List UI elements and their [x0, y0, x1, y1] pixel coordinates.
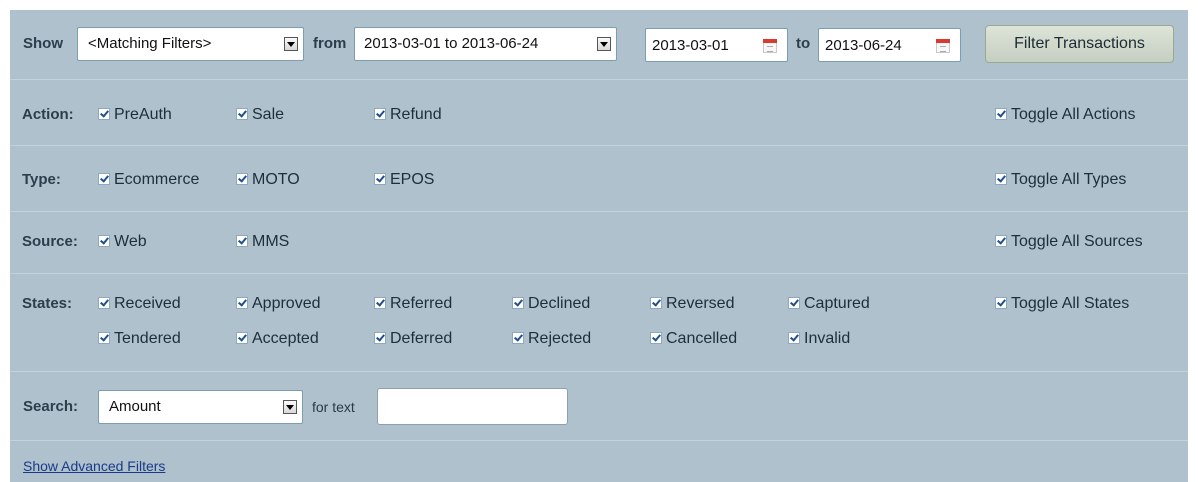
from-label: from: [313, 35, 347, 52]
calendar-icon[interactable]: [936, 39, 950, 53]
toggle-all-states-checkbox[interactable]: Toggle All States: [995, 295, 1129, 313]
checkbox-refund[interactable]: Refund: [374, 106, 442, 124]
checkbox-web[interactable]: Web: [98, 233, 147, 251]
toggle-all-types-checkbox[interactable]: Toggle All Types: [995, 171, 1126, 189]
checkbox-check-icon[interactable]: [374, 173, 386, 185]
source-label: Source:: [22, 233, 78, 250]
start-date-value: 2013-03-01: [652, 37, 729, 54]
checkbox-deferred[interactable]: Deferred: [374, 330, 452, 348]
chevron-down-icon[interactable]: [283, 400, 297, 414]
checkbox-referred[interactable]: Referred: [374, 295, 452, 313]
search-text-input[interactable]: [377, 388, 568, 425]
to-label: to: [796, 35, 811, 52]
checkbox-ecommerce[interactable]: Ecommerce: [98, 171, 199, 189]
checkbox-tendered[interactable]: Tendered: [98, 330, 181, 348]
checkbox-check-icon[interactable]: [98, 108, 110, 120]
checkbox-check-icon[interactable]: [650, 332, 662, 344]
divider: [10, 273, 1188, 274]
checkbox-check-icon[interactable]: [512, 297, 524, 309]
checkbox-preauth[interactable]: PreAuth: [98, 106, 172, 124]
checkbox-cancelled[interactable]: Cancelled: [650, 330, 737, 348]
checkbox-check-icon[interactable]: [512, 332, 524, 344]
checkbox-captured[interactable]: Captured: [788, 295, 870, 313]
checkbox-check-icon[interactable]: [788, 332, 800, 344]
divider: [10, 371, 1188, 372]
checkbox-reversed[interactable]: Reversed: [650, 295, 734, 313]
checkbox-accepted[interactable]: Accepted: [236, 330, 319, 348]
checkbox-declined[interactable]: Declined: [512, 295, 590, 313]
chevron-down-icon[interactable]: [284, 37, 298, 51]
show-label: Show: [23, 35, 63, 52]
divider: [10, 79, 1188, 80]
checkbox-check-icon[interactable]: [374, 297, 386, 309]
divider: [10, 440, 1188, 441]
toggle-all-actions-checkbox[interactable]: Toggle All Actions: [995, 106, 1136, 124]
checkbox-check-icon[interactable]: [98, 332, 110, 344]
checkbox-check-icon[interactable]: [995, 108, 1007, 120]
checkbox-check-icon[interactable]: [98, 235, 110, 247]
end-date-value: 2013-06-24: [825, 37, 902, 54]
search-field-select[interactable]: Amount: [98, 390, 303, 424]
divider: [10, 211, 1188, 212]
for-text-label: for text: [312, 399, 355, 415]
checkbox-epos[interactable]: EPOS: [374, 171, 434, 189]
filter-transactions-button[interactable]: Filter Transactions: [985, 25, 1174, 63]
checkbox-check-icon[interactable]: [236, 173, 248, 185]
date-range-select-value: 2013-03-01 to 2013-06-24: [364, 35, 539, 52]
checkbox-moto[interactable]: MOTO: [236, 171, 300, 189]
checkbox-check-icon[interactable]: [236, 297, 248, 309]
checkbox-check-icon[interactable]: [995, 173, 1007, 185]
show-advanced-filters-link[interactable]: Show Advanced Filters: [23, 458, 165, 474]
checkbox-check-icon[interactable]: [374, 332, 386, 344]
checkbox-check-icon[interactable]: [788, 297, 800, 309]
end-date-field[interactable]: 2013-06-24: [818, 28, 961, 62]
checkbox-check-icon[interactable]: [236, 235, 248, 247]
checkbox-check-icon[interactable]: [236, 332, 248, 344]
search-label: Search:: [23, 398, 79, 415]
checkbox-check-icon[interactable]: [236, 108, 248, 120]
toggle-all-sources-checkbox[interactable]: Toggle All Sources: [995, 233, 1143, 251]
date-range-select[interactable]: 2013-03-01 to 2013-06-24: [354, 27, 617, 61]
chevron-down-icon[interactable]: [597, 37, 611, 51]
states-label: States:: [22, 295, 73, 312]
start-date-field[interactable]: 2013-03-01: [645, 28, 788, 62]
calendar-icon[interactable]: [763, 39, 777, 53]
checkbox-received[interactable]: Received: [98, 295, 181, 313]
show-select-value: <Matching Filters>: [88, 35, 212, 52]
divider: [10, 145, 1188, 146]
transaction-filter-panel: Show <Matching Filters> from 2013-03-01 …: [10, 10, 1188, 482]
checkbox-check-icon[interactable]: [374, 108, 386, 120]
checkbox-check-icon[interactable]: [995, 297, 1007, 309]
checkbox-sale[interactable]: Sale: [236, 106, 284, 124]
action-label: Action:: [22, 106, 74, 123]
checkbox-approved[interactable]: Approved: [236, 295, 321, 313]
checkbox-check-icon[interactable]: [995, 235, 1007, 247]
checkbox-check-icon[interactable]: [98, 297, 110, 309]
checkbox-mms[interactable]: MMS: [236, 233, 289, 251]
show-select[interactable]: <Matching Filters>: [77, 27, 304, 61]
checkbox-rejected[interactable]: Rejected: [512, 330, 591, 348]
search-field-value: Amount: [109, 398, 161, 415]
checkbox-check-icon[interactable]: [650, 297, 662, 309]
checkbox-check-icon[interactable]: [98, 173, 110, 185]
checkbox-invalid[interactable]: Invalid: [788, 330, 850, 348]
type-label: Type:: [22, 171, 61, 188]
